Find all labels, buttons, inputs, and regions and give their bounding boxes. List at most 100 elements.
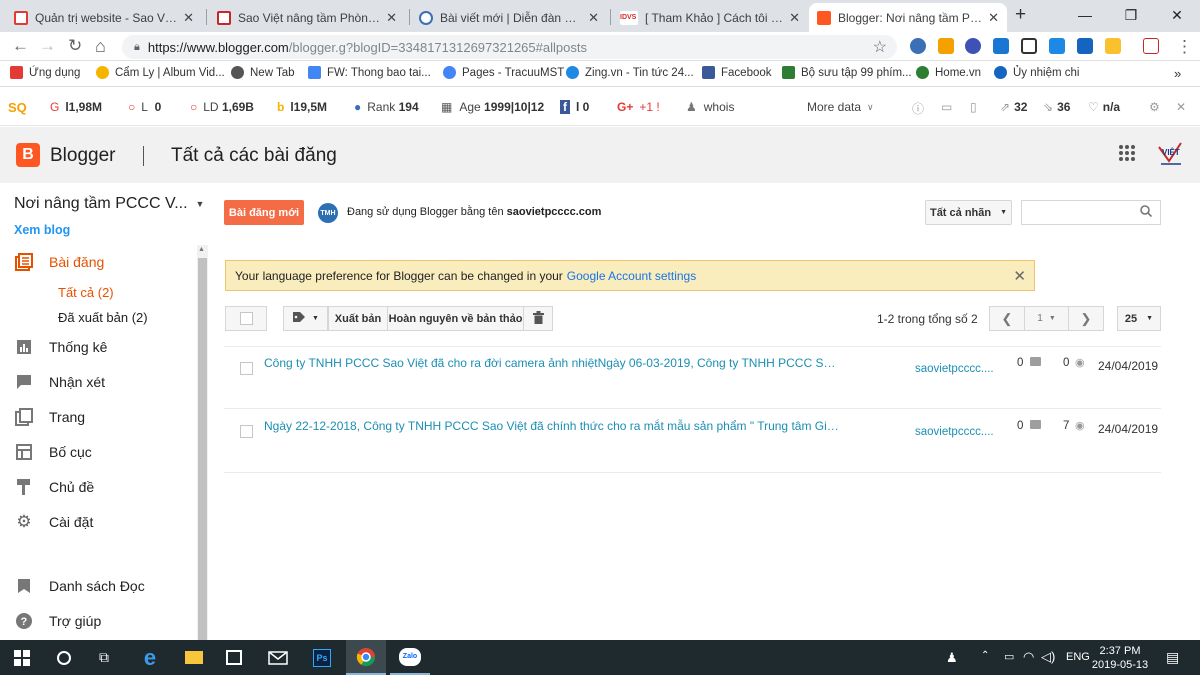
revert-to-draft-button[interactable]: Hoàn nguyên về bản thảo [387,306,524,331]
next-page-button[interactable]: ❯ [1068,306,1104,331]
bookmark-item[interactable]: Home.vn [916,66,981,79]
volume-icon[interactable]: ◁) [1041,649,1055,665]
bookmark-item[interactable]: Zing.vn - Tin tức 24... [566,66,694,79]
search-circle-icon[interactable] [44,640,84,675]
network-icon[interactable]: ▭ [1004,650,1014,663]
close-notice-icon[interactable]: ✕ [1013,267,1026,285]
info-icon[interactable]: ⓘ [912,100,924,117]
new-tab-button[interactable]: + [1015,4,1026,26]
screen-icon[interactable]: ▭ [941,100,952,114]
zalo-icon[interactable]: Zalo [390,640,430,675]
close-tab-icon[interactable]: ✕ [386,10,397,26]
post-author[interactable]: saovietpcccc.... [915,363,994,375]
post-row[interactable]: Công ty TNHH PCCC Sao Việt đã cho ra đời… [224,346,1161,409]
search-icon[interactable] [1140,205,1153,220]
sidebar-item-reading-list[interactable]: Danh sách Đọc [14,577,145,595]
seo-gplus[interactable]: G+ +1 ! [617,100,660,114]
chrome-icon[interactable] [346,640,386,675]
post-row[interactable]: Ngày 22-12-2018, Công ty TNHH PCCC Sao V… [224,410,1161,473]
close-tab-icon[interactable]: ✕ [789,10,800,26]
sidebar-sub-all[interactable]: Tất cả (2) [58,285,114,300]
mail-icon[interactable] [258,640,298,675]
page-icon[interactable]: ▯ [970,100,977,114]
photoshop-icon[interactable]: Ps [302,640,342,675]
blog-selector[interactable]: Nơi nâng tầm PCCC V... ▼ [14,195,204,213]
post-checkbox[interactable] [240,425,253,438]
browser-tab-active[interactable]: Blogger: Nơi nâng tầm PCCC Việt ✕ [809,3,1007,32]
bookmark-apps[interactable]: Ứng dụng [10,66,80,79]
browser-menu-icon[interactable]: ⋮ [1176,37,1193,57]
sidebar-item-comments[interactable]: Nhận xét [14,373,105,391]
seo-google-index[interactable]: Gl1,98M [50,100,102,114]
bookmark-item[interactable]: Ủy nhiệm chi [994,66,1079,79]
close-tab-icon[interactable]: ✕ [183,10,194,26]
close-window-button[interactable]: ✕ [1154,0,1200,30]
seo-external-links[interactable]: ⇗ 32 [1000,100,1027,114]
reload-button[interactable]: ↻ [68,36,82,56]
label-filter-dropdown[interactable]: Tất cả nhãn ▼ [925,200,1012,225]
url-input[interactable]: 🔒︎ https://www.blogger.com /blogger.g?bl… [122,35,897,59]
sidebar-item-stats[interactable]: Thống kê [14,338,107,356]
system-clock[interactable]: 2:37 PM 2019-05-13 [1090,644,1150,672]
post-checkbox[interactable] [240,362,253,375]
sidebar-item-posts[interactable]: Bài đăng [14,253,104,271]
seo-linking-domains[interactable]: ○ LD 1,69B [190,100,254,114]
post-title-link[interactable]: Công ty TNHH PCCC Sao Việt đã cho ra đời… [264,356,839,370]
extension-icon[interactable] [1077,38,1093,54]
bookmark-item[interactable]: Cẩm Ly | Album Vid... [96,66,225,79]
edge-icon[interactable]: e [130,640,170,675]
sao-viet-extension-icon[interactable] [1143,38,1159,54]
post-author[interactable]: saovietpcccc.... [915,426,994,438]
blogger-brand[interactable]: Blogger [50,145,116,167]
seo-internal-links[interactable]: ⇘ 36 [1043,100,1070,114]
bookmark-item[interactable]: Facebook [702,66,772,79]
previous-page-button[interactable]: ❮ [989,306,1025,331]
seo-links[interactable]: ○ L 0 [128,100,161,114]
sidebar-item-help[interactable]: ? Trợ giúp [14,612,101,630]
seo-facebook[interactable]: f l 0 [560,100,589,114]
browser-tab[interactable]: IDVS [ Tham Khảo ] Cách tôi làm seo ✕ [612,3,808,32]
people-icon[interactable]: ♟ [946,650,958,666]
close-tab-icon[interactable]: ✕ [588,10,599,26]
search-posts-input[interactable] [1021,200,1161,225]
google-account-settings-link[interactable]: Google Account settings [567,269,696,283]
extension-icon[interactable] [1049,38,1065,54]
new-post-button[interactable]: Bài đăng mới [224,200,304,225]
seo-rank[interactable]: ● Rank 194 [354,100,419,114]
minimize-button[interactable]: — [1062,0,1108,30]
browser-tab[interactable]: Bài viết mới | Diễn đàn Sinh Viên ✕ [411,3,607,32]
sidebar-scrollbar-thumb[interactable] [198,258,207,640]
delete-button[interactable] [523,306,553,331]
seo-bing-index[interactable]: b l19,5M [277,100,327,114]
select-all-checkbox[interactable] [225,306,267,331]
browser-tab[interactable]: Sao Việt nâng tầm Phòng cháy ✕ [209,3,405,32]
bookmark-item[interactable]: Pages - TracuuMST [443,66,564,79]
seo-whois[interactable]: ♟ whois [686,100,734,114]
notifications-icon[interactable]: ▤ [1166,649,1179,666]
close-tab-icon[interactable]: ✕ [988,10,999,26]
bookmark-item[interactable]: FW: Thong bao tai... [308,66,431,79]
extension-icon[interactable] [910,38,926,54]
maximize-button[interactable]: ❐ [1108,0,1154,30]
task-view-icon[interactable]: ⧉ [84,640,124,675]
back-button[interactable]: ← [12,36,29,56]
home-button[interactable]: ⌂ [95,36,106,56]
seoquake-logo[interactable]: SQ [8,100,27,115]
view-blog-link[interactable]: Xem blog [14,223,70,237]
bookmark-item[interactable]: New Tab [231,66,295,79]
label-menu-button[interactable]: ▼ [283,306,328,331]
extension-icon[interactable] [993,38,1009,54]
extension-icon[interactable] [1105,38,1121,54]
forward-button[interactable]: → [39,36,56,56]
bookmark-item[interactable]: Bộ sưu tập 99 phím... [782,66,912,79]
chevron-up-icon[interactable]: ⌃ [981,650,989,661]
star-icon[interactable]: ☆ [873,37,887,57]
gear-icon[interactable]: ⚙ [1149,100,1160,114]
close-icon[interactable]: ✕ [1176,100,1186,114]
sidebar-sub-published[interactable]: Đã xuất bản (2) [58,310,148,325]
seo-age[interactable]: ▦ Age 1999|10|12 [441,100,544,114]
seoquake-icon[interactable] [938,38,954,54]
scroll-up-arrow-icon[interactable]: ▲ [198,246,205,253]
publish-button[interactable]: Xuất bản [328,306,388,331]
seo-more-data-button[interactable]: More data ∨ [807,100,874,114]
